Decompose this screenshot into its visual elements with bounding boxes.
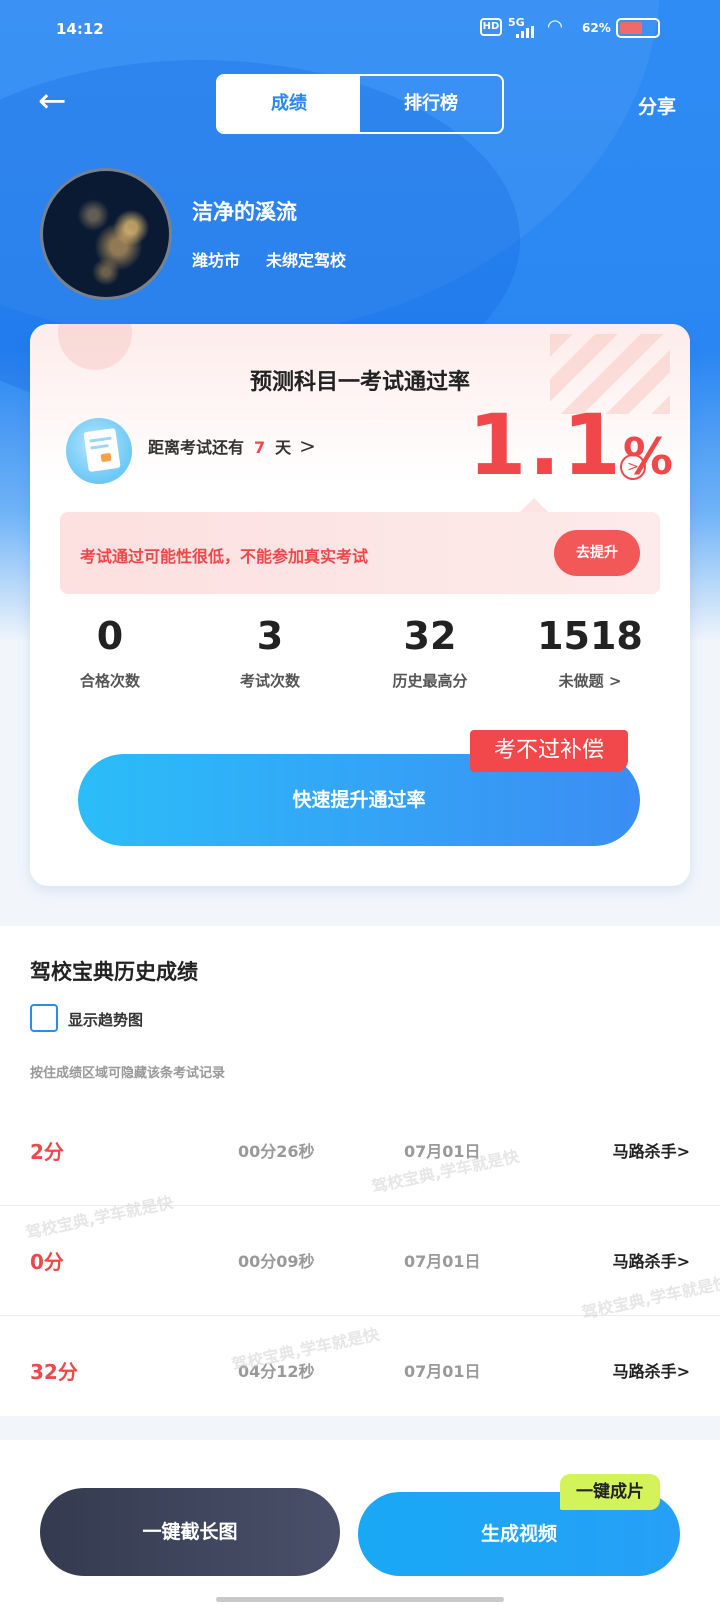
stat-exams: 3 考试次数 <box>190 614 350 691</box>
record-date: 07月01日 <box>404 1362 481 1381</box>
tab-score[interactable]: 成绩 <box>218 76 360 132</box>
stat-undone[interactable]: 1518 未做题 > <box>510 614 670 691</box>
countdown-prefix: 距离考试还有 <box>148 438 245 457</box>
hd-icon: HD <box>480 18 502 36</box>
pass-rate-value: 1.1% <box>468 396 675 494</box>
warning-text: 考试通过可能性很低，不能参加真实考试 <box>80 547 369 566</box>
exam-calendar-icon <box>66 418 132 484</box>
stat-value: 0 <box>96 614 124 658</box>
home-indicator[interactable] <box>216 1597 504 1602</box>
stat-value: 1518 <box>537 614 643 658</box>
compensation-badge: 考不过补偿 <box>470 730 628 772</box>
exam-countdown[interactable]: 距离考试还有 7 天 > <box>148 434 316 458</box>
user-nickname: 洁净的溪流 <box>192 200 297 224</box>
stat-passed: 0 合格次数 <box>30 614 190 691</box>
pass-rate-card: 预测科目一考试通过率 距离考试还有 7 天 > 1.1% > 考试通过可能性很低，不能… <box>30 324 690 886</box>
one-click-badge: 一键成片 <box>560 1474 660 1510</box>
stat-value: 32 <box>403 614 457 658</box>
warning-bar: 考试通过可能性很低，不能参加真实考试 去提升 <box>60 512 660 594</box>
card-title: 预测科目一考试通过率 <box>249 370 470 395</box>
stat-label: 考试次数 <box>239 672 300 690</box>
battery-percent: 62% <box>582 21 611 35</box>
record-tag[interactable]: 马路杀手> <box>613 1358 690 1382</box>
record-score: 0分 <box>30 1250 64 1274</box>
user-school[interactable]: 未绑定驾校 <box>266 247 346 271</box>
record-tag[interactable]: 马路杀手> <box>613 1248 690 1272</box>
pass-rate-number: 1.1 <box>468 396 623 494</box>
show-trend-label[interactable]: 显示趋势图 <box>68 1009 143 1030</box>
history-row[interactable]: 2分 00分26秒 07月01日 马路杀手> 驾校宝典,学车就是快 <box>0 1096 720 1206</box>
history-row[interactable]: 32分 04分12秒 07月01日 马路杀手> 驾校宝典,学车就是快 <box>0 1316 720 1426</box>
avatar[interactable] <box>40 168 172 300</box>
battery-icon <box>616 18 660 38</box>
chevron-right-icon: > <box>299 434 316 458</box>
tab-switcher: 成绩 排行榜 <box>216 74 504 134</box>
history-section: 驾校宝典历史成绩 显示趋势图 按住成绩区域可隐藏该条考试记录 2分 00分26秒… <box>0 926 720 1416</box>
stat-label: 历史最高分 <box>392 672 468 690</box>
stat-label: 未做题 <box>558 672 604 690</box>
long-screenshot-button[interactable]: 一键截长图 <box>40 1488 340 1576</box>
countdown-days: 7 <box>254 438 266 457</box>
improve-button[interactable]: 去提升 <box>554 530 640 576</box>
history-hint: 按住成绩区域可隐藏该条考试记录 <box>30 1066 226 1081</box>
record-score: 32分 <box>30 1360 78 1384</box>
user-city: 潍坊市 <box>192 251 241 270</box>
stat-value: 3 <box>256 614 284 658</box>
stat-label: 合格次数 <box>79 672 140 690</box>
status-bar: 14:12 HD 5G ◠ 62% <box>0 0 720 56</box>
record-duration: 00分09秒 <box>238 1252 315 1271</box>
wifi-icon: ◠ <box>548 16 562 37</box>
show-trend-checkbox[interactable] <box>30 1004 58 1032</box>
battery-fill <box>620 22 642 34</box>
chevron-right-icon: > <box>608 672 622 690</box>
history-title: 驾校宝典历史成绩 <box>30 960 198 984</box>
history-row[interactable]: 0分 00分09秒 07月01日 马路杀手> 驾校宝典,学车就是快 驾校宝典,学… <box>0 1193 720 1322</box>
back-arrow-icon[interactable]: ← <box>38 84 72 120</box>
warning-pointer <box>520 498 548 512</box>
stat-high-score: 32 历史最高分 <box>350 614 510 691</box>
tab-ranking[interactable]: 排行榜 <box>360 76 502 132</box>
share-button[interactable]: 分享 <box>638 92 676 119</box>
record-tag[interactable]: 马路杀手> <box>613 1138 690 1162</box>
chevron-circle-right-icon[interactable]: > <box>620 454 646 480</box>
signal-icon <box>516 26 538 38</box>
countdown-suffix: 天 <box>275 438 292 457</box>
stat-label-with-chevron: 未做题 > <box>510 670 670 691</box>
record-score: 2分 <box>30 1140 64 1164</box>
bottom-action-bar: 一键截长图 生成视频 一键成片 <box>0 1440 720 1605</box>
stats-row: 0 合格次数 3 考试次数 32 历史最高分 1518 未做题 > <box>30 614 690 694</box>
record-duration: 00分26秒 <box>238 1142 315 1161</box>
record-date: 07月01日 <box>404 1252 481 1271</box>
status-time: 14:12 <box>56 20 104 38</box>
